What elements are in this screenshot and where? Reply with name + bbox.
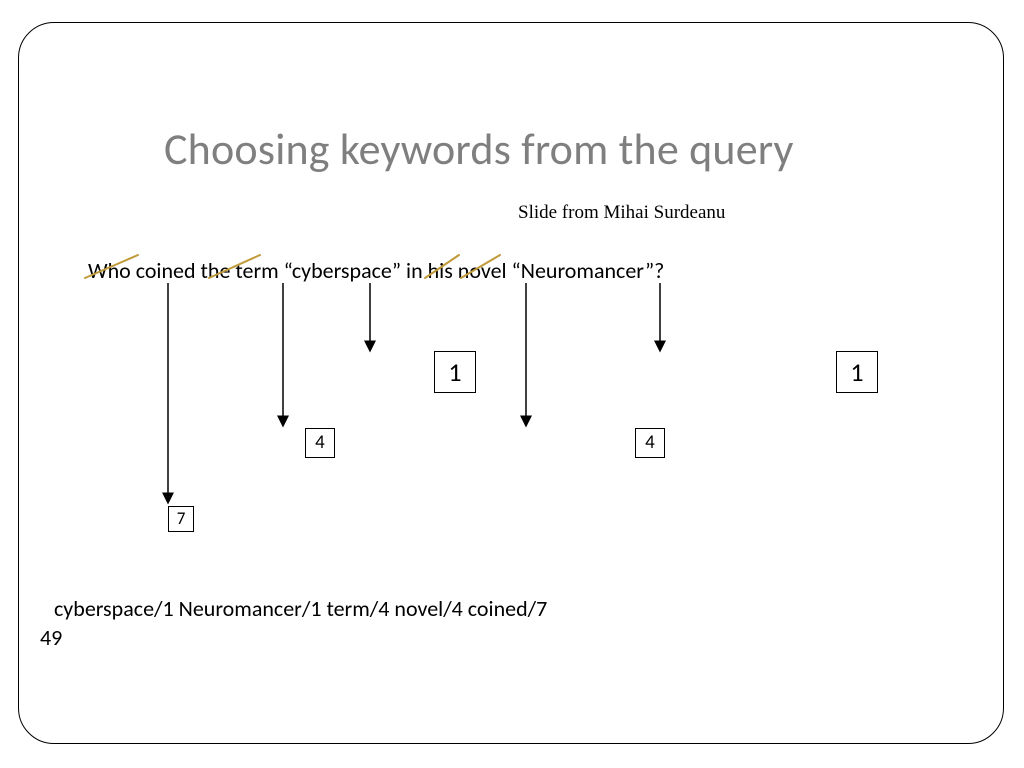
rank-box-cyberspace: 1	[434, 351, 476, 393]
rank-box-novel: 4	[635, 428, 665, 458]
rank-box-term: 4	[305, 428, 335, 458]
page-number: 49	[40, 624, 62, 651]
keyword-result: cyberspace/1 Neuromancer/1 term/4 novel/…	[54, 595, 547, 622]
rank-box-coined: 7	[168, 506, 194, 532]
rank-box-neuromancer: 1	[836, 351, 878, 393]
slide-attribution: Slide from Mihai Surdeanu	[518, 202, 725, 224]
slide-title: Choosing keywords from the query	[164, 122, 794, 176]
query-sentence: Who coined the term “cyberspace” in his …	[88, 257, 664, 284]
